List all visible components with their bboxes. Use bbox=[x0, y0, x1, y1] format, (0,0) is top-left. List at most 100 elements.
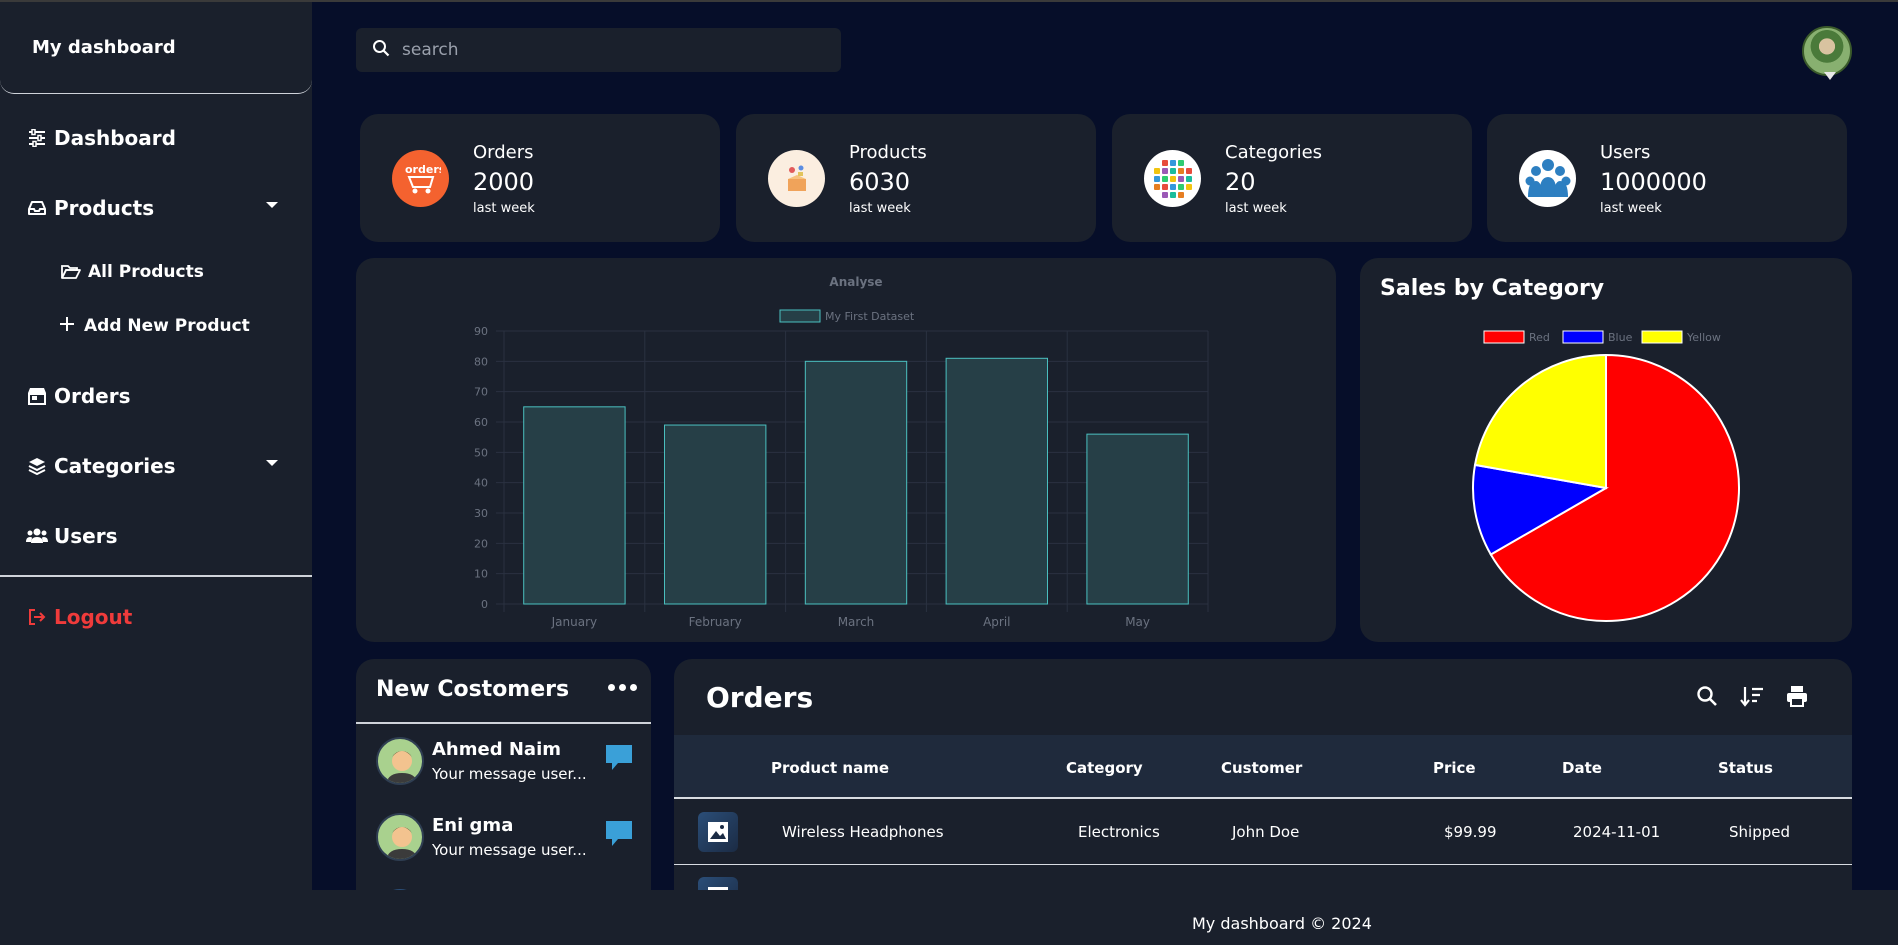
sidebar-item-label: Orders bbox=[54, 384, 131, 408]
chevron-down-icon[interactable] bbox=[266, 460, 278, 466]
avatar bbox=[376, 737, 424, 785]
cell-date: 2024-11-01 bbox=[1573, 823, 1661, 841]
chat-icon[interactable] bbox=[604, 743, 634, 773]
sidebar-subitem-label: All Products bbox=[88, 262, 204, 282]
search-icon[interactable] bbox=[1694, 683, 1720, 709]
more-options-icon[interactable] bbox=[608, 681, 638, 693]
users-icon bbox=[26, 525, 48, 547]
search-bar[interactable] bbox=[356, 28, 841, 72]
panel-title: Orders bbox=[706, 681, 814, 714]
legend-swatch bbox=[1641, 330, 1683, 344]
sidebar-item-categories[interactable]: Categories bbox=[26, 454, 278, 478]
orders-cart-icon: orders bbox=[392, 150, 449, 207]
y-tick-label: 10 bbox=[474, 568, 488, 581]
brand-title: My dashboard bbox=[32, 37, 176, 58]
sidebar-item-users[interactable]: Users bbox=[26, 524, 117, 548]
stat-sub: last week bbox=[849, 201, 911, 216]
sidebar-subitem-add-product[interactable]: Add New Product bbox=[56, 316, 250, 336]
footer-text: My dashboard © 2024 bbox=[1192, 914, 1372, 933]
stat-label: Orders bbox=[473, 142, 534, 163]
stat-card-users: Users 1000000 last week bbox=[1487, 114, 1847, 242]
cell-customer: John Doe bbox=[1232, 823, 1300, 841]
y-tick-label: 20 bbox=[474, 537, 488, 550]
bar bbox=[804, 360, 908, 605]
y-tick-label: 30 bbox=[474, 507, 488, 520]
logout-label: Logout bbox=[54, 605, 133, 629]
sidebar: My dashboard Dashboard Products All Prod… bbox=[0, 2, 312, 890]
bar bbox=[523, 406, 626, 605]
cell-category: Electronics bbox=[1078, 823, 1160, 841]
bar bbox=[945, 357, 1048, 605]
x-tick-label: March bbox=[838, 615, 875, 629]
customer-name: Eni gma bbox=[432, 815, 514, 836]
legend-label: Yellow bbox=[1686, 331, 1721, 344]
inbox-icon bbox=[26, 197, 48, 219]
x-tick-label: February bbox=[689, 615, 742, 629]
customer-name: Ahmed Naim bbox=[432, 739, 561, 760]
y-tick-label: 70 bbox=[474, 386, 488, 399]
sidebar-item-label: Dashboard bbox=[54, 126, 176, 150]
logout-icon bbox=[26, 606, 48, 628]
bar-chart: Analyse My First Dataset 0 10 20 30 40 50 60 70 80… bbox=[474, 275, 1209, 629]
cell-product: Wireless Headphones bbox=[782, 823, 944, 841]
search-input[interactable] bbox=[402, 40, 802, 60]
legend-label: Red bbox=[1529, 331, 1550, 344]
new-customers-panel: New Costomers Ahmed Naim Your message us… bbox=[356, 659, 651, 890]
legend-swatch bbox=[1562, 330, 1604, 344]
stat-label: Products bbox=[849, 142, 927, 163]
sidebar-item-products[interactable]: Products bbox=[26, 196, 278, 220]
sidebar-item-orders[interactable]: Orders bbox=[26, 384, 131, 408]
categories-grid-icon bbox=[1144, 150, 1201, 207]
stat-value: 2000 bbox=[473, 168, 535, 196]
stat-label: Users bbox=[1600, 142, 1651, 163]
column-header[interactable]: Product name bbox=[771, 759, 889, 777]
sidebar-divider bbox=[0, 575, 312, 577]
analyse-chart-panel: Analyse My First Dataset 0 10 20 30 40 50 60 70 80… bbox=[356, 258, 1336, 642]
stat-card-categories: Categories 20 last week bbox=[1112, 114, 1472, 242]
x-tick-label: January bbox=[551, 615, 598, 629]
products-box-icon bbox=[768, 150, 825, 207]
sort-icon[interactable] bbox=[1739, 683, 1765, 709]
column-header[interactable]: Price bbox=[1433, 759, 1476, 777]
stat-label: Categories bbox=[1225, 142, 1323, 163]
column-header[interactable]: Status bbox=[1718, 759, 1773, 777]
store-icon bbox=[26, 385, 48, 407]
layers-icon bbox=[26, 455, 48, 477]
stat-sub: last week bbox=[473, 201, 535, 216]
legend-swatch bbox=[1483, 330, 1525, 344]
sidebar-item-label: Users bbox=[54, 524, 118, 548]
stat-card-products: Products 6030 last week bbox=[736, 114, 1096, 242]
footer: My dashboard © 2024 bbox=[0, 890, 1898, 945]
stat-sub: last week bbox=[1600, 201, 1662, 216]
customer-item[interactable]: Ahmed Naim Your message user... bbox=[376, 737, 646, 793]
logout-button[interactable]: Logout bbox=[26, 605, 132, 629]
print-icon[interactable] bbox=[1784, 683, 1810, 709]
sidebar-brand[interactable]: My dashboard bbox=[0, 2, 312, 94]
sidebar-item-label: Products bbox=[54, 196, 155, 220]
search-icon bbox=[372, 39, 390, 61]
sidebar-subitem-label: Add New Product bbox=[84, 316, 250, 336]
table-header: Product name Category Customer Price Dat… bbox=[674, 735, 1852, 799]
sidebar-item-dashboard[interactable]: Dashboard bbox=[26, 126, 176, 150]
stat-value: 1000000 bbox=[1600, 168, 1707, 196]
stat-sub: last week bbox=[1225, 201, 1287, 216]
user-avatar[interactable] bbox=[1802, 26, 1852, 80]
svg-text:orders: orders bbox=[405, 163, 441, 176]
y-tick-label: 60 bbox=[474, 416, 488, 429]
chevron-down-icon[interactable] bbox=[266, 202, 278, 208]
table-row[interactable]: Wireless Headphones Electronics John Doe… bbox=[674, 799, 1852, 865]
cell-price: $99.99 bbox=[1444, 823, 1497, 841]
y-tick-label: 50 bbox=[474, 446, 488, 459]
users-group-icon bbox=[1519, 150, 1576, 207]
y-tick-label: 80 bbox=[474, 355, 488, 368]
bar bbox=[1086, 433, 1189, 605]
column-header[interactable]: Date bbox=[1562, 759, 1602, 777]
avatar bbox=[376, 813, 424, 861]
customer-item[interactable]: Eni gma Your message user... bbox=[376, 813, 646, 869]
folder-open-icon bbox=[60, 262, 82, 282]
column-header[interactable]: Customer bbox=[1221, 759, 1302, 777]
chat-icon[interactable] bbox=[604, 819, 634, 849]
column-header[interactable]: Category bbox=[1066, 759, 1143, 777]
sidebar-subitem-all-products[interactable]: All Products bbox=[60, 262, 204, 282]
sidebar-item-label: Categories bbox=[54, 454, 176, 478]
